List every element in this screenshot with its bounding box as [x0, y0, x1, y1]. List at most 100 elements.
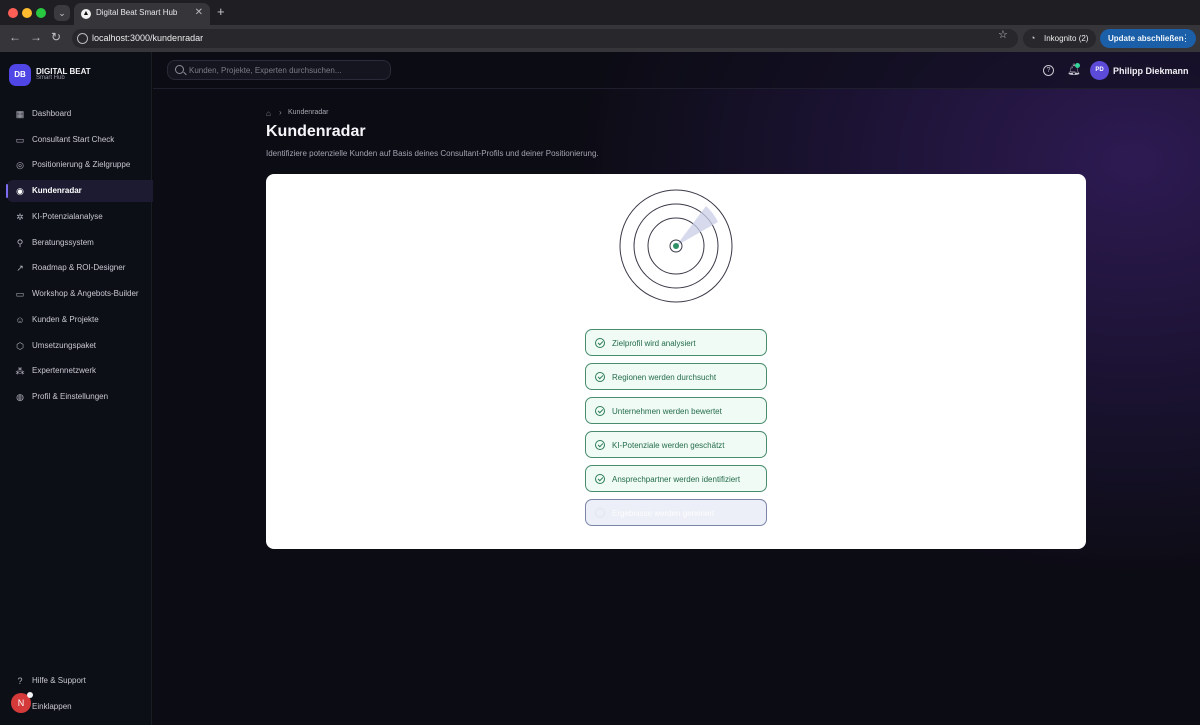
help-support-link[interactable]: ? Hilfe & Support	[7, 670, 158, 692]
page-title: Kundenradar	[266, 123, 366, 140]
scan-step: Ansprechpartner werden identifiziert	[585, 465, 767, 492]
bookmark-star-icon[interactable]: ☆	[998, 28, 1008, 41]
sidebar-item-label: Dashboard	[32, 109, 72, 118]
reload-icon[interactable]: ↻	[51, 30, 61, 44]
notification-badge	[1075, 63, 1080, 68]
tab-close-icon[interactable]: ✕	[195, 7, 203, 18]
breadcrumb-current: Kundenradar	[288, 109, 329, 116]
sidebar-item-label: Umsetzungspaket	[32, 341, 97, 350]
site-info-icon[interactable]	[77, 33, 88, 44]
tab-title: Digital Beat Smart Hub	[96, 8, 178, 17]
address-bar: ← → ↻ localhost:3000/kundenradar ☆ ◔ Ink…	[0, 25, 1200, 52]
users-icon: ☺	[15, 315, 25, 325]
radar-icon: ◉	[16, 186, 24, 196]
scan-step-label: Regionen werden durchsucht	[612, 373, 717, 382]
user-circle-icon: ◍	[16, 392, 24, 402]
sidebar-item-label: Profil & Einstellungen	[32, 392, 109, 401]
scan-step-label: KI-Potenziale werden geschätzt	[612, 441, 725, 450]
sidebar-item-label: Kundenradar	[32, 186, 82, 195]
avatar[interactable]: PD	[1090, 61, 1109, 80]
back-icon[interactable]: ←	[9, 30, 21, 44]
radar-animation-icon	[619, 189, 733, 303]
check-circle-icon	[595, 440, 605, 450]
scan-step-label: Ergebnisse werden generiert	[612, 509, 715, 518]
more-menu-icon[interactable]: ⋮	[1181, 33, 1190, 44]
url-field[interactable]: localhost:3000/kundenradar	[72, 29, 1018, 48]
sidebar-item-dashboard[interactable]: ▦ Dashboard	[7, 103, 158, 125]
brain-icon: ✲	[16, 212, 24, 222]
scan-step-pending: Ergebnisse werden generiert	[585, 499, 767, 526]
tab-bar: ⌄ ▲ Digital Beat Smart Hub ✕ +	[0, 0, 1200, 25]
sidebar-item-label: KI-Potenzialanalyse	[32, 212, 103, 221]
check-circle-icon	[595, 406, 605, 416]
incognito-button[interactable]: ◔ Inkognito (2)	[1023, 29, 1096, 48]
brand-subtitle: Smart Hub	[36, 75, 65, 81]
scan-step: Zielprofil wird analysiert	[585, 329, 767, 356]
sidebar-item-consultant-start-check[interactable]: ▭ Consultant Start Check	[7, 129, 158, 151]
scan-step: Unternehmen werden bewertet	[585, 397, 767, 424]
trend-icon: ↗	[16, 263, 24, 273]
check-circle-icon	[595, 338, 605, 348]
check-circle-icon	[595, 372, 605, 382]
browser-chrome: ⌄ ▲ Digital Beat Smart Hub ✕ + ← → ↻ loc…	[0, 0, 1200, 52]
sidebar-item-label: Beratungssystem	[32, 238, 94, 247]
chevron-right-icon: ›	[279, 108, 282, 117]
url-text: localhost:3000/kundenradar	[92, 33, 204, 43]
monitor-icon: ▭	[15, 289, 25, 299]
scan-step: Regionen werden durchsucht	[585, 363, 767, 390]
incognito-icon: ◔	[1030, 33, 1036, 43]
network-icon: ⁂	[15, 366, 25, 376]
scan-step-label: Unternehmen werden bewertet	[612, 407, 722, 416]
maximize-window-button[interactable]	[36, 8, 46, 18]
sidebar-item-expertennetzwerk[interactable]: ⁂ Expertennetzwerk	[7, 360, 158, 382]
update-label: Update abschließen	[1108, 34, 1184, 43]
new-tab-button[interactable]: +	[217, 5, 225, 19]
brand-logo[interactable]: DB	[9, 64, 31, 86]
tab-search-button[interactable]: ⌄	[54, 5, 70, 21]
favicon-icon: ▲	[81, 9, 91, 19]
sidebar-item-positionierung[interactable]: ◎ Positionierung & Zielgruppe	[7, 154, 158, 176]
sidebar-item-label: Kunden & Projekte	[32, 315, 99, 324]
clipboard-icon: ▭	[15, 135, 25, 145]
forward-icon[interactable]: →	[30, 30, 42, 44]
help-icon[interactable]: ?	[1043, 65, 1054, 76]
close-window-button[interactable]	[8, 8, 18, 18]
sidebar-item-label: Consultant Start Check	[32, 135, 115, 144]
route-icon: ⚲	[16, 238, 24, 248]
minimize-window-button[interactable]	[22, 8, 32, 18]
home-icon[interactable]: ⌂	[266, 109, 271, 118]
sidebar-item-umsetzungspaket[interactable]: ⬡ Umsetzungspaket	[7, 335, 158, 357]
sidebar-item-label: Expertennetzwerk	[32, 366, 97, 375]
check-circle-icon	[595, 474, 605, 484]
sidebar-item-label: Workshop & Angebots-Builder	[32, 289, 139, 298]
help-support-label: Hilfe & Support	[32, 676, 86, 685]
scan-step-label: Zielprofil wird analysiert	[612, 339, 696, 348]
main-content: Kunden, Projekte, Experten durchsuchen..…	[153, 52, 1200, 725]
collapse-label: Einklappen	[32, 702, 72, 711]
top-bar: Kunden, Projekte, Experten durchsuchen..…	[153, 52, 1200, 89]
user-name[interactable]: Philipp Diekmann	[1113, 66, 1189, 76]
radar-scan-card: Zielprofil wird analysiert Regionen werd…	[266, 174, 1086, 549]
grid-icon: ▦	[15, 109, 25, 119]
sidebar-item-workshop[interactable]: ▭ Workshop & Angebots-Builder	[7, 283, 158, 305]
sidebar-item-label: Roadmap & ROI-Designer	[32, 263, 126, 272]
sidebar-item-kunden-projekte[interactable]: ☺ Kunden & Projekte	[7, 309, 158, 331]
search-input[interactable]: Kunden, Projekte, Experten durchsuchen..…	[167, 60, 391, 80]
page-subtitle: Identifiziere potenzielle Kunden auf Bas…	[266, 149, 599, 158]
browser-tab[interactable]: ▲ Digital Beat Smart Hub ✕	[74, 3, 210, 25]
incognito-label: Inkognito (2)	[1044, 34, 1089, 43]
update-button[interactable]: Update abschließen ⋮	[1100, 29, 1196, 48]
sidebar-item-ki-potenzialanalyse[interactable]: ✲ KI-Potenzialanalyse	[7, 206, 158, 228]
sidebar-item-label: Positionierung & Zielgruppe	[32, 160, 131, 169]
sidebar-item-roadmap[interactable]: ↗ Roadmap & ROI-Designer	[7, 257, 158, 279]
notification-dot	[27, 692, 33, 698]
sidebar-item-kundenradar[interactable]: ◉ Kundenradar	[6, 180, 158, 202]
sidebar-item-beratungssystem[interactable]: ⚲ Beratungssystem	[7, 232, 158, 254]
package-icon: ⬡	[16, 341, 24, 351]
sidebar-item-profil[interactable]: ◍ Profil & Einstellungen	[7, 386, 158, 408]
search-icon	[175, 65, 184, 74]
search-placeholder: Kunden, Projekte, Experten durchsuchen..…	[189, 66, 342, 75]
scan-step-label: Ansprechpartner werden identifiziert	[612, 475, 741, 484]
help-icon: ?	[17, 676, 23, 686]
target-icon: ◎	[16, 160, 24, 170]
